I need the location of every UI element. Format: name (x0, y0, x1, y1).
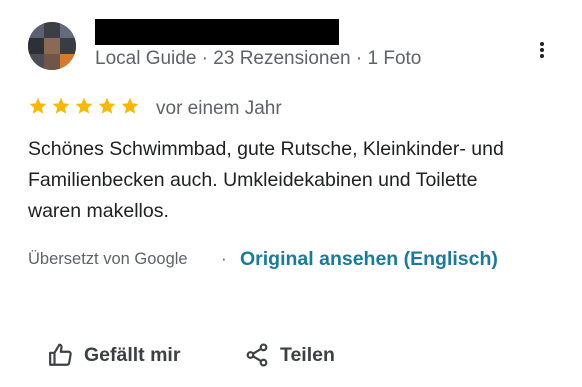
star-icon (98, 97, 116, 114)
more-options-button[interactable] (530, 36, 554, 64)
star-rating (28, 96, 140, 120)
review-text-line: Familienbecken auch. Umkleidekabinen und… (28, 169, 478, 191)
review-date: vor einem Jahr (156, 98, 282, 119)
share-button[interactable]: Teilen (244, 340, 335, 370)
star-icon (52, 97, 70, 114)
review-card: Local Guide · 23 Rezensionen · 1 Foto vo… (0, 0, 582, 387)
like-button[interactable]: Gefällt mir (48, 340, 180, 370)
reviewer-meta[interactable]: Local Guide · 23 Rezensionen · 1 Foto (95, 48, 421, 70)
view-original-link[interactable]: Original ansehen (Englisch) (240, 248, 498, 271)
review-text: Schönes Schwimmbad, gute Rutsche, Kleink… (28, 134, 568, 227)
share-icon (246, 343, 268, 367)
like-label: Gefällt mir (84, 343, 181, 366)
separator-dot: · (221, 249, 227, 268)
redacted-reviewer-name (95, 19, 339, 45)
translated-by-label: Übersetzt von Google (28, 250, 188, 268)
share-label: Teilen (280, 343, 335, 366)
review-text-line: waren makellos. (28, 200, 169, 222)
star-icon (121, 97, 139, 114)
review-text-line: Schönes Schwimmbad, gute Rutsche, Kleink… (28, 138, 504, 160)
avatar[interactable] (28, 22, 76, 70)
star-icon (75, 97, 93, 114)
star-icon (29, 97, 47, 114)
thumb-up-icon (49, 343, 72, 366)
